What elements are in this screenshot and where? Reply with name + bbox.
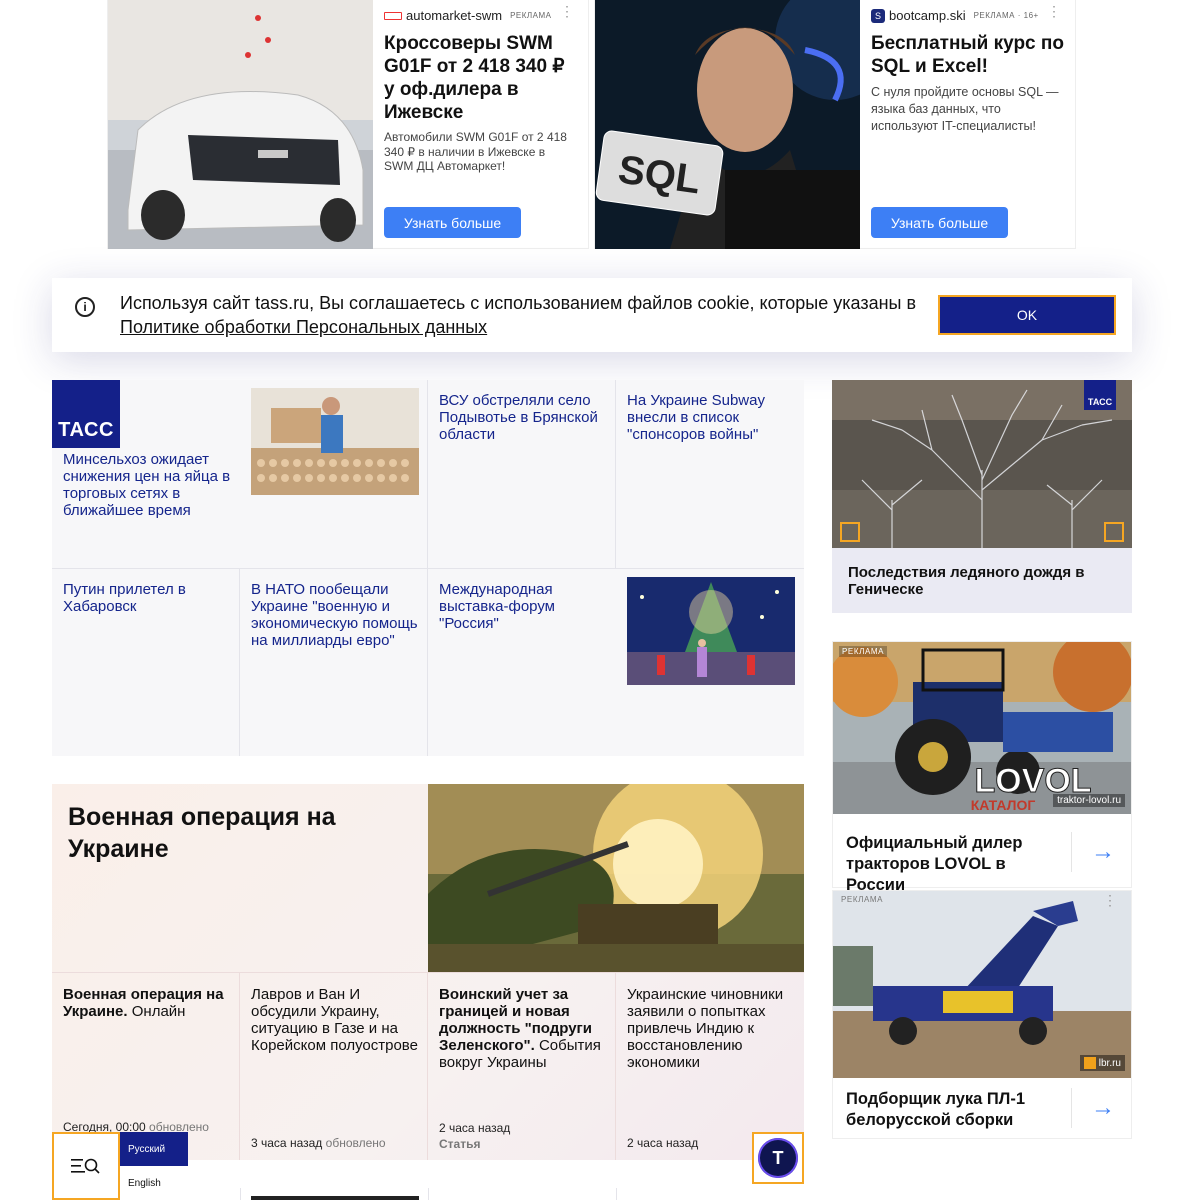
news-link[interactable]: Международная выставка-форум "Россия"	[439, 581, 607, 632]
prev-arrow-icon[interactable]	[840, 522, 860, 542]
ad-lbr-image[interactable]	[833, 891, 1131, 1078]
ad-bootcamp-source[interactable]: S bootcamp.ski РЕКЛАМА · 16+	[871, 8, 1061, 23]
military-item-text[interactable]: Украинские чиновники заявили о попытках …	[627, 986, 797, 1071]
ad-bootcamp[interactable]: SQL S bootcamp.ski РЕКЛАМА · 16+ ⋮ Беспл…	[594, 0, 1076, 249]
news-item[interactable]: Путин прилетел в Хабаровск	[52, 569, 240, 756]
bootcamp-favicon-icon: S	[871, 8, 885, 23]
ad-bootcamp-button[interactable]: Узнать больше	[871, 207, 1008, 238]
divider	[240, 1188, 241, 1200]
ad-label: РЕКЛАМА	[839, 646, 888, 657]
military-section: Военная операция на Украине Военная опер…	[52, 784, 804, 1160]
top-ads-block: automarket-swm РЕКЛАМА ⋮ Кроссоверы SWM …	[107, 0, 1076, 249]
t-assistant-button[interactable]: T	[752, 1132, 804, 1184]
menu-search-icon	[71, 1158, 100, 1174]
news-link[interactable]: На Украине Subway внесли в список "спонс…	[627, 392, 795, 443]
lbr-logo-icon	[1083, 1057, 1096, 1069]
arrow-right-icon[interactable]: →	[1091, 838, 1115, 866]
artillery-photo[interactable]	[428, 784, 804, 972]
ad-lovol-title[interactable]: Официальный дилер тракторов LOVOL в Росс…	[846, 833, 1066, 896]
ad-swm-source[interactable]: automarket-swm РЕКЛАМА	[384, 8, 574, 23]
ad-menu-icon[interactable]: ⋮	[1047, 4, 1061, 18]
exhibition-photo[interactable]	[627, 577, 795, 685]
ad-bootcamp-desc: С нуля пройдите основы SQL — языка баз д…	[871, 85, 1059, 133]
ad-lovol[interactable]: LOVOL КАТАЛОГ РЕКЛАМА traktor-lovol.ru О…	[832, 641, 1132, 894]
news-link[interactable]: Минсельхоз ожидает снижения цен на яйца …	[63, 451, 243, 519]
menu-search-button[interactable]	[52, 1132, 120, 1200]
lovol-image-sub: КАТАЛОГ	[971, 797, 1036, 813]
ad-swm-desc: Автомобили SWM G01F от 2 418 340 ₽ в нал…	[384, 130, 567, 173]
next-arrow-icon[interactable]	[1104, 522, 1124, 542]
ad-menu-icon[interactable]: ⋮	[560, 4, 574, 18]
tass-badge: ТАСС	[1084, 380, 1116, 410]
cookie-banner: i Используя сайт tass.ru, Вы соглашаетес…	[52, 278, 1132, 352]
ad-lbr[interactable]: РЕКЛАМА ⋮ lbr.ru Подборщик лука ПЛ-1 бел…	[832, 890, 1132, 1139]
ad-menu-icon[interactable]: ⋮	[1103, 893, 1117, 907]
news-item[interactable]: Международная выставка-форум "Россия"	[428, 569, 804, 756]
ad-lbr-title[interactable]: Подборщик лука ПЛ-1 белорусской сборки	[846, 1089, 1066, 1131]
ad-label: РЕКЛАМА	[841, 895, 884, 904]
photo-caption[interactable]: Последствия ледяного дождя в Геническе	[848, 564, 1118, 598]
ad-domain[interactable]: traktor-lovol.ru	[1053, 794, 1125, 807]
news-item[interactable]: ТАСС Минсельхоз ожидает снижения цен на …	[52, 380, 428, 569]
lang-ru-button[interactable]: Русский	[120, 1132, 188, 1166]
privacy-policy-link[interactable]: Политике обработки Персональных данных	[120, 317, 487, 337]
military-item-text[interactable]: Лавров и Ван И обсудили Украину, ситуаци…	[251, 986, 421, 1054]
swm-favicon-icon	[384, 11, 402, 20]
eggs-photo[interactable]	[251, 388, 419, 495]
news-link[interactable]: Путин прилетел в Хабаровск	[63, 581, 231, 615]
military-item[interactable]: Лавров и Ван И обсудили Украину, ситуаци…	[240, 972, 428, 1160]
military-item-text[interactable]: Воинский учет за границей и новая должно…	[439, 986, 609, 1071]
military-item[interactable]: Воинский учет за границей и новая должно…	[428, 972, 616, 1160]
divider	[1071, 1088, 1072, 1128]
military-item-meta: 3 часа назад обновлено	[251, 1136, 386, 1150]
ad-swm-image[interactable]	[108, 0, 373, 249]
military-item-meta: 2 часа назад	[627, 1136, 699, 1150]
lang-en-button[interactable]: English	[120, 1166, 188, 1200]
military-item-meta: 2 часа назад Статья	[439, 1121, 511, 1151]
news-grid: ТАСС Минсельхоз ожидает снижения цен на …	[52, 380, 804, 756]
divider	[616, 1188, 617, 1200]
cookie-ok-button[interactable]: OK	[938, 295, 1116, 335]
photo-card[interactable]: ТАСС Последствия ледяного дождя в Гениче…	[832, 380, 1132, 613]
tass-logo[interactable]: ТАСС	[52, 380, 120, 448]
news-link[interactable]: ВСУ обстреляли село Подывотье в Брянской…	[439, 392, 607, 443]
divider	[1071, 832, 1072, 872]
news-link[interactable]: В НАТО пообещали Украине "военную и экон…	[251, 581, 419, 649]
news-item[interactable]: На Украине Subway внесли в список "спонс…	[616, 380, 804, 569]
ad-lovol-image[interactable]: LOVOL КАТАЛОГ	[833, 642, 1131, 814]
news-item[interactable]: ВСУ обстреляли село Подывотье в Брянской…	[428, 380, 616, 569]
ad-swm-button[interactable]: Узнать больше	[384, 207, 521, 238]
info-icon: i	[75, 297, 95, 317]
t-logo-icon: T	[758, 1138, 798, 1178]
ad-bootcamp-image[interactable]: SQL	[595, 0, 860, 249]
ad-bootcamp-title[interactable]: Бесплатный курс по SQL и Excel!	[871, 32, 1066, 78]
arrow-right-icon[interactable]: →	[1091, 1094, 1115, 1122]
divider	[428, 1188, 429, 1200]
news-item[interactable]: В НАТО пообещали Украине "военную и экон…	[240, 569, 428, 756]
military-item-text[interactable]: Военная операция на Украине. Онлайн	[63, 986, 233, 1020]
ad-domain[interactable]: lbr.ru	[1079, 1055, 1125, 1071]
cookie-text: Используя сайт tass.ru, Вы соглашаетесь …	[120, 293, 917, 337]
ad-swm[interactable]: automarket-swm РЕКЛАМА ⋮ Кроссоверы SWM …	[107, 0, 589, 249]
section-title[interactable]: Военная операция на Украине	[68, 801, 388, 865]
next-row-photo[interactable]	[251, 1196, 419, 1200]
ad-swm-title[interactable]: Кроссоверы SWM G01F от 2 418 340 ₽ у оф.…	[384, 32, 579, 124]
